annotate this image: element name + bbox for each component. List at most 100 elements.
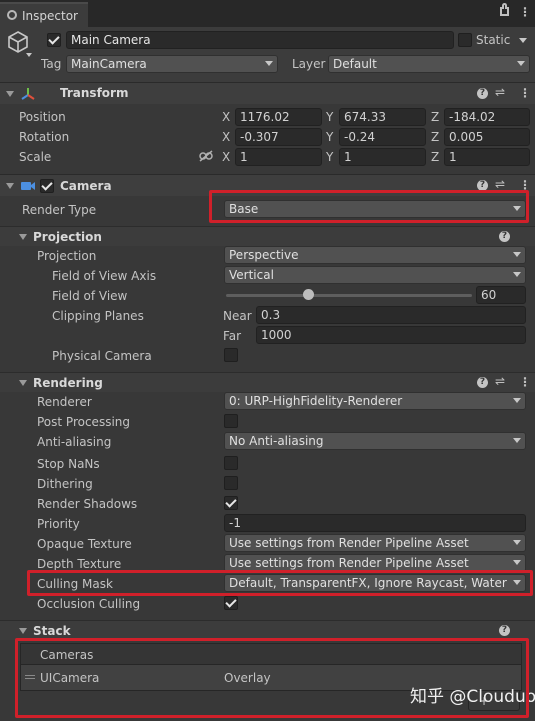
scale-z-field[interactable]: 1 [444, 148, 530, 166]
renderer-value: 0: URP-HighFidelity-Renderer [229, 394, 403, 408]
rotation-y-field[interactable]: -0.24 [339, 128, 426, 146]
object-active-checkbox[interactable] [47, 33, 61, 47]
scale-axis-y: Y [326, 150, 334, 164]
camera-icon [21, 182, 35, 190]
chevron-down-icon [513, 398, 521, 403]
help-icon[interactable]: ? [477, 377, 488, 388]
rendering-header[interactable]: Rendering ? ⇌ ⋮ [0, 372, 535, 392]
anti-aliasing-dropdown[interactable]: No Anti-aliasing [224, 432, 526, 450]
anti-aliasing-label: Anti-aliasing [37, 435, 112, 449]
tag-value: MainCamera [71, 57, 147, 71]
post-processing-label: Post Processing [37, 415, 130, 429]
tag-dropdown[interactable]: MainCamera [66, 55, 278, 73]
fov-value-field[interactable]: 60 [476, 286, 526, 304]
dithering-label: Dithering [37, 477, 93, 491]
occlusion-culling-label: Occlusion Culling [37, 597, 141, 611]
occlusion-culling-checkbox[interactable] [224, 596, 238, 610]
position-axis-x: X [222, 110, 231, 124]
help-icon[interactable]: ? [477, 88, 488, 99]
chevron-down-icon [517, 61, 525, 66]
opaque-texture-dropdown[interactable]: Use settings from Render Pipeline Asset [224, 534, 526, 552]
far-field[interactable]: 1000 [256, 326, 526, 344]
renderer-label: Renderer [37, 395, 92, 409]
physical-camera-checkbox[interactable] [224, 348, 238, 362]
post-processing-checkbox[interactable] [224, 414, 238, 428]
static-checkbox[interactable] [458, 33, 472, 47]
render-shadows-checkbox[interactable] [224, 496, 238, 510]
scale-axis-z: Z [431, 150, 440, 164]
tag-label: Tag [41, 57, 62, 71]
scale-label: Scale [19, 150, 52, 164]
static-label: Static [476, 33, 511, 47]
priority-label: Priority [37, 517, 80, 531]
renderer-dropdown[interactable]: 0: URP-HighFidelity-Renderer [224, 392, 526, 410]
chevron-down-icon [513, 560, 521, 565]
dithering-checkbox[interactable] [224, 476, 238, 490]
chevron-down-icon [265, 61, 273, 66]
rotation-axis-y: Y [326, 130, 334, 144]
projection-dropdown[interactable]: Perspective [224, 246, 526, 264]
clipping-planes-label: Clipping Planes [52, 309, 144, 323]
stop-nans-checkbox[interactable] [224, 456, 238, 470]
inspector-tab-icon [7, 10, 17, 20]
kebab-menu-icon[interactable]: ⋮ [519, 4, 531, 20]
stop-nans-label: Stop NaNs [37, 457, 100, 471]
layer-dropdown[interactable]: Default [328, 55, 530, 73]
physical-camera-label: Physical Camera [52, 349, 152, 363]
render-shadows-label: Render Shadows [37, 497, 138, 511]
far-label: Far [223, 329, 242, 343]
chevron-down-icon [513, 540, 521, 545]
render-type-label: Render Type [22, 203, 97, 217]
opaque-texture-value: Use settings from Render Pipeline Asset [229, 536, 469, 550]
constrain-proportions-icon[interactable] [199, 150, 213, 162]
anti-aliasing-value: No Anti-aliasing [229, 434, 324, 448]
rendering-title: Rendering [33, 376, 103, 390]
presets-icon[interactable]: ⇌ [495, 373, 505, 389]
position-label: Position [19, 110, 66, 124]
fov-axis-value: Vertical [229, 268, 274, 282]
inspector-tab[interactable]: Inspector [0, 2, 88, 27]
foldout-arrow-icon [19, 234, 27, 240]
position-axis-z: Z [431, 110, 440, 124]
foldout-arrow-icon [19, 380, 27, 386]
camera-enabled-checkbox[interactable] [40, 179, 54, 193]
position-axis-y: Y [326, 110, 334, 124]
scale-axis-x: X [222, 150, 231, 164]
presets-icon[interactable]: ⇌ [495, 84, 505, 100]
transform-header[interactable]: Transform ? ⇌ ⋮ [0, 82, 535, 104]
projection-value: Perspective [229, 248, 299, 262]
gameobject-cube-icon [8, 31, 28, 53]
fov-slider-track[interactable] [226, 294, 472, 297]
fov-slider-thumb[interactable] [303, 289, 314, 300]
fov-axis-dropdown[interactable]: Vertical [224, 266, 526, 284]
help-icon[interactable]: ? [499, 231, 510, 242]
object-name-field[interactable]: Main Camera [66, 31, 454, 49]
position-x-field[interactable]: 1176.02 [235, 108, 322, 126]
projection-header[interactable]: Projection ? [0, 226, 535, 246]
kebab-menu-icon[interactable]: ⋮ [519, 374, 531, 390]
scale-x-field[interactable]: 1 [235, 148, 322, 166]
near-label: Near [223, 309, 252, 323]
position-y-field[interactable]: 674.33 [339, 108, 426, 126]
near-field[interactable]: 0.3 [256, 306, 526, 324]
stack-header[interactable]: Stack ? [0, 620, 535, 640]
chevron-down-icon [513, 272, 521, 277]
rotation-axis-x: X [222, 130, 231, 144]
stack-highlight [15, 638, 529, 718]
priority-field[interactable]: -1 [224, 514, 526, 532]
fov-label: Field of View [52, 289, 128, 303]
rotation-axis-z: Z [431, 130, 440, 144]
opaque-texture-label: Opaque Texture [37, 537, 132, 551]
projection-title: Projection [33, 230, 102, 244]
rotation-z-field[interactable]: 0.005 [444, 128, 530, 146]
help-icon[interactable]: ? [499, 625, 510, 636]
static-dropdown-arrow[interactable] [519, 38, 527, 43]
transform-title: Transform [60, 86, 129, 100]
camera-title: Camera [60, 179, 112, 193]
scale-y-field[interactable]: 1 [339, 148, 426, 166]
position-z-field[interactable]: -184.02 [444, 108, 530, 126]
rotation-x-field[interactable]: -0.307 [235, 128, 322, 146]
chevron-down-icon [513, 438, 521, 443]
cube-dropdown-arrow[interactable] [26, 53, 32, 57]
kebab-menu-icon[interactable]: ⋮ [519, 85, 531, 101]
